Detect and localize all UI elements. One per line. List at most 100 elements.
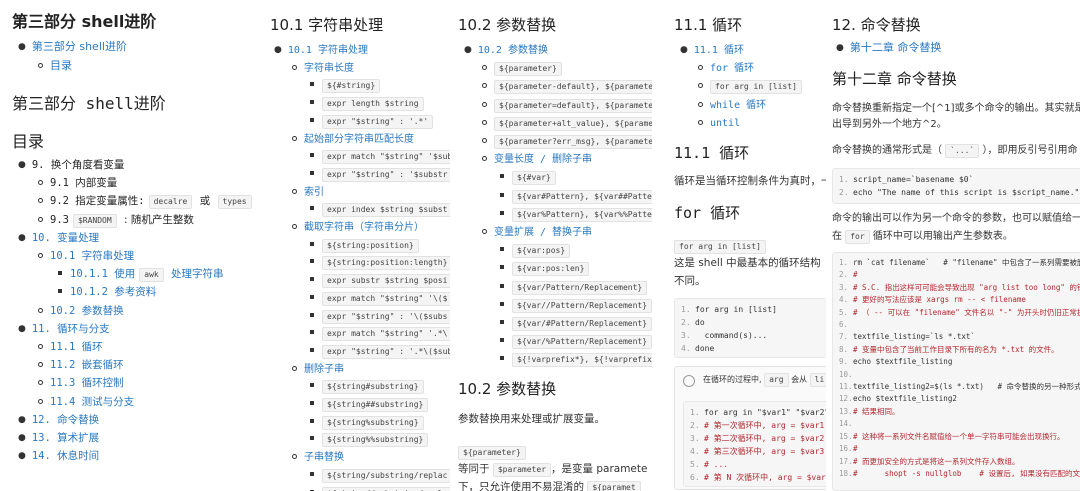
toc-link[interactable]: until bbox=[710, 118, 740, 129]
line-number: 1. bbox=[690, 408, 700, 417]
toc-item: ${parameter?err_msg}, ${parameter bbox=[482, 134, 652, 149]
bullet-square bbox=[310, 206, 314, 211]
line-number: 3. bbox=[681, 331, 691, 340]
inline-code: ${string#substring} bbox=[322, 380, 424, 395]
bullet-circle bbox=[698, 83, 703, 89]
bullet-disc: ● bbox=[274, 45, 282, 55]
toc-item: ${string:position} bbox=[310, 238, 419, 253]
toc-link[interactable]: 变量长度 / 删除子串 bbox=[494, 154, 592, 165]
bullet-square bbox=[310, 436, 314, 441]
contents-item-label[interactable]: 14. 休息时间 bbox=[32, 450, 99, 462]
toc-item: ${var//Pattern/Replacement} bbox=[500, 298, 652, 313]
panel-loops: 11.1 循环 ● 11.1 循环 for 循环 for arg in [list] w… bbox=[668, 0, 826, 491]
bullet-disc: ● bbox=[18, 232, 26, 243]
toc-item: 索引 bbox=[292, 185, 324, 200]
toc-link[interactable]: 10.2 参数替换 bbox=[478, 45, 548, 56]
contents-item-label[interactable]: 11.2 嵌套循环 bbox=[50, 359, 124, 371]
paragraph: 循环是当循环控制条件为真时，一 bbox=[674, 175, 826, 187]
code-text: textfile_listing=`ls *.txt` bbox=[853, 332, 975, 342]
inline-code: ${var%Pattern}, ${var%%Patter bbox=[512, 207, 652, 222]
paragraph-text: 在 bbox=[832, 231, 842, 242]
inline-code: $parameter bbox=[492, 463, 552, 477]
bullet-circle bbox=[38, 216, 43, 222]
toc-link[interactable]: 起始部分字符串匹配长度 bbox=[304, 134, 414, 145]
line-number: 1. bbox=[839, 258, 849, 267]
code-text: done bbox=[695, 344, 715, 353]
bullet-disc: ● bbox=[680, 45, 688, 55]
contents-item-label[interactable]: 10.1.2 参考资料 bbox=[70, 286, 156, 298]
inline-code: for bbox=[845, 230, 870, 244]
contents-item-label[interactable]: 10.1 字符串处理 bbox=[50, 250, 134, 262]
code-line: 17.# 而更加安全的方式是将这一系列文件存入数组。 bbox=[839, 456, 1080, 468]
contents-item-label[interactable]: 12. 命令替换 bbox=[32, 414, 99, 426]
code-text: # 变量中包含了当前工作目录下所有的名为 *.txt 的文件。 bbox=[853, 344, 1059, 354]
line-number: 3. bbox=[839, 282, 849, 292]
inline-code: li bbox=[809, 373, 826, 387]
toc-link[interactable]: 索引 bbox=[304, 187, 324, 198]
inline-code: ${var:pos:len} bbox=[512, 262, 590, 277]
contents-item-label[interactable]: 11.1 循环 bbox=[50, 341, 103, 353]
code-text: echo $textfile_listing bbox=[853, 357, 953, 367]
line-number: 3. bbox=[690, 434, 700, 443]
bullet-square bbox=[500, 247, 504, 252]
line-number: 1. bbox=[839, 175, 849, 184]
toc-item: ${var%Pattern}, ${var%%Patter bbox=[500, 207, 652, 222]
contents-item-label[interactable]: 10.1.1 使用 bbox=[70, 268, 135, 280]
contents-item-label[interactable]: 11. 循环与分支 bbox=[32, 323, 110, 335]
toc-link-chapter12[interactable]: 第十二章 命令替换 bbox=[850, 41, 942, 54]
code-line: 8. # 变量中包含了当前工作目录下所有的名为 *.txt 的文件。 bbox=[839, 344, 1080, 356]
toc-link-contents[interactable]: 目录 bbox=[50, 59, 72, 72]
contents-item: 11.3 循环控制 bbox=[38, 376, 124, 390]
inline-code: expr "$string" : '$substr bbox=[322, 167, 450, 182]
contents-item-label[interactable]: 10.2 参数替换 bbox=[50, 305, 124, 317]
page-title: 10.1 字符串处理 bbox=[270, 16, 384, 34]
inline-code: `...` bbox=[945, 144, 980, 158]
toc-item: expr substr $string $posi bbox=[310, 273, 450, 289]
toc-link[interactable]: 11.1 循环 bbox=[694, 45, 744, 56]
contents-item: ● 12. 命令替换 bbox=[18, 413, 99, 427]
toc-item: ${var#Pattern}, ${var##Patter bbox=[500, 189, 652, 204]
inline-code: expr "$string" : '.*\($sub bbox=[322, 344, 450, 359]
toc-link[interactable]: 字符串长度 bbox=[304, 63, 354, 74]
code-line: 2. # bbox=[839, 269, 1080, 281]
toc-item: expr length $string bbox=[310, 96, 424, 112]
contents-item-text: 处理字符串 bbox=[167, 268, 224, 281]
line-number: 9. bbox=[839, 357, 849, 367]
bullet-circle bbox=[482, 138, 487, 143]
bullet-square bbox=[310, 418, 314, 423]
contents-item: 11.2 嵌套循环 bbox=[38, 358, 124, 372]
toc-link-part3[interactable]: 第三部分 shell进阶 bbox=[32, 40, 127, 53]
toc-item: until bbox=[698, 116, 740, 131]
bullet-square bbox=[310, 347, 314, 352]
bullet-disc: ● bbox=[18, 160, 26, 170]
toc-link[interactable]: 10.1 字符串处理 bbox=[288, 45, 368, 56]
code-line: 3. # 第二次循环中, arg = $var2 bbox=[690, 432, 826, 445]
line-number: 4. bbox=[839, 295, 849, 305]
code-block: 1. for arg in [list] 2. do 3. command(s)... 4… bbox=[674, 298, 826, 358]
bullet-disc: ● bbox=[18, 414, 26, 425]
toc-link[interactable]: 变量扩展 / 替换子串 bbox=[494, 227, 592, 238]
contents-item-label[interactable]: 11.4 测试与分支 bbox=[50, 396, 134, 408]
toc-link[interactable]: 删除子串 bbox=[304, 364, 344, 375]
contents-item-label[interactable]: 13. 算术扩展 bbox=[32, 432, 99, 444]
contents-item: ● 13. 算术扩展 bbox=[18, 431, 99, 445]
code-text: command(s)... bbox=[695, 331, 768, 340]
contents-item-label[interactable]: 11.3 循环控制 bbox=[50, 377, 124, 389]
bullet-circle bbox=[292, 135, 297, 141]
paragraph-text: 命令替换的通常形式是（ bbox=[832, 145, 942, 156]
toc-link[interactable]: 截取字符串（字符串分片） bbox=[304, 222, 424, 233]
toc-link[interactable]: while 循环 bbox=[710, 100, 766, 111]
contents-item-label: 9.1 内部变量 bbox=[50, 177, 118, 190]
code-line: 3. command(s)... bbox=[681, 329, 826, 342]
note-box: 在循环的过程中, arg 会从 li 1. for arg in "$var1" … bbox=[674, 366, 826, 490]
line-number: 13. bbox=[839, 406, 853, 416]
inline-code: ${string%%substring} bbox=[322, 433, 429, 448]
toc-link[interactable]: 子串替换 bbox=[304, 452, 344, 463]
contents-item-label[interactable]: 10. 变量处理 bbox=[32, 232, 99, 244]
bullet-square bbox=[500, 338, 504, 343]
code-text: echo $textfile_listing2 bbox=[853, 394, 957, 404]
code-text: # bbox=[853, 270, 858, 280]
paragraph-text: 等同于 bbox=[458, 463, 490, 475]
code-line: 18.# shopt -s nullglob # 设置后, 如果没有匹配的文件, bbox=[839, 468, 1080, 480]
toc-link[interactable]: for 循环 bbox=[710, 63, 754, 74]
